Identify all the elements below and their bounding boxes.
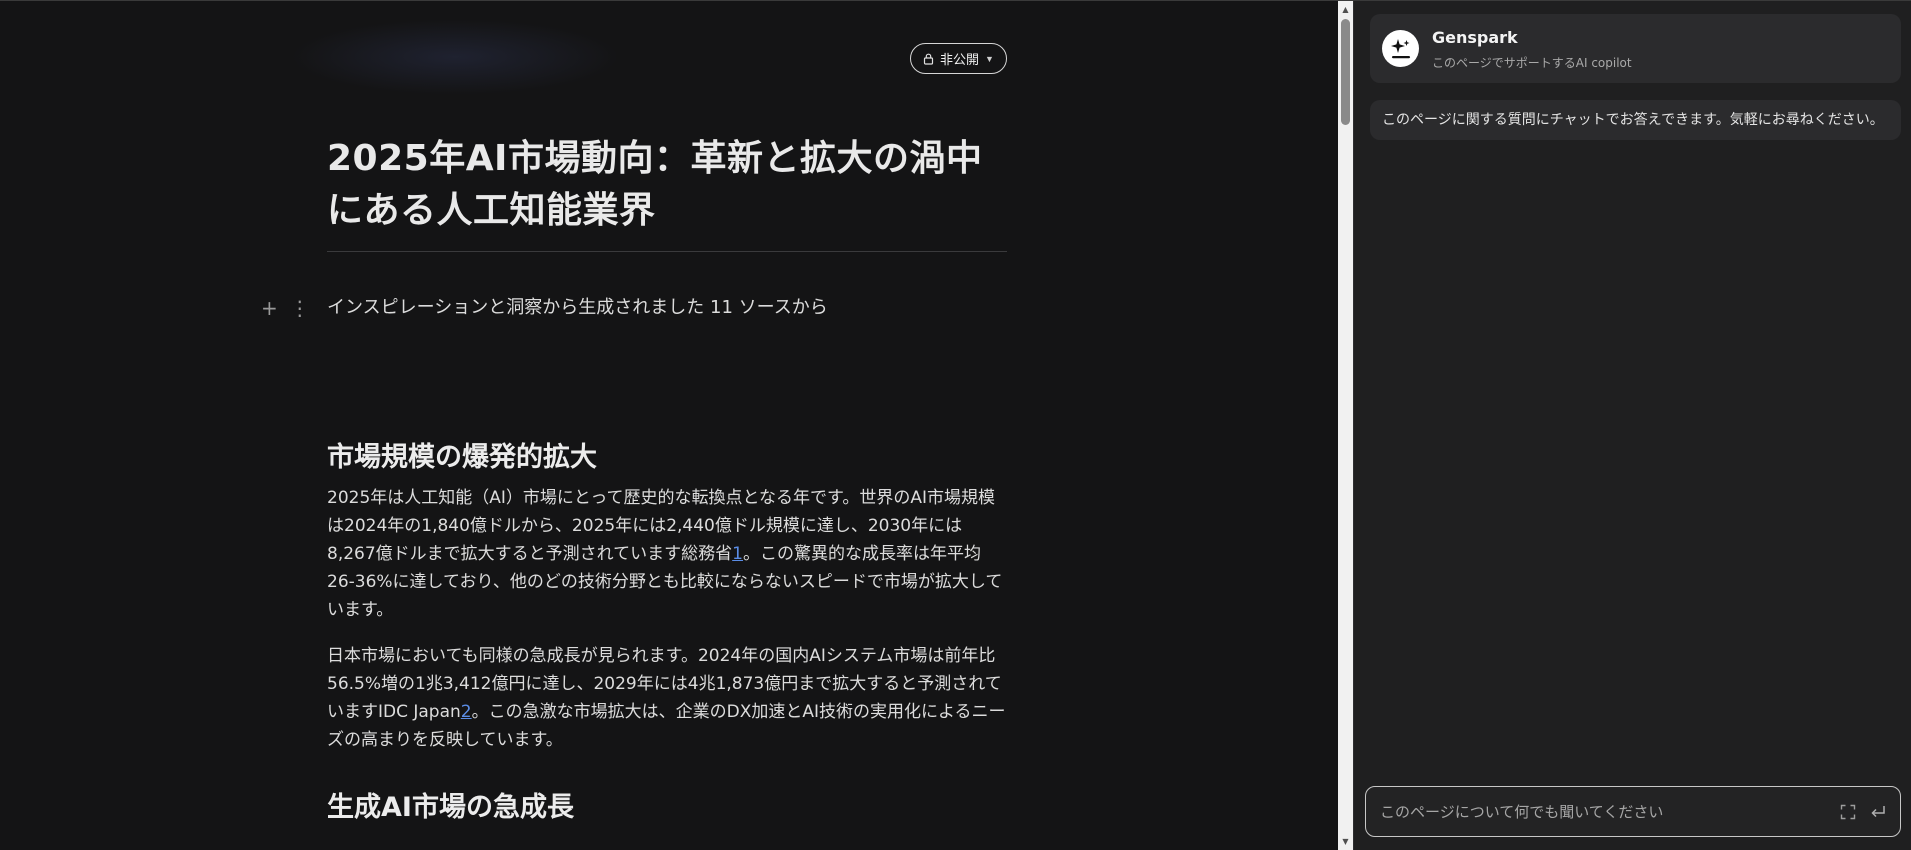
section-heading: 市場規模の爆発的拡大	[327, 442, 597, 473]
page-title: 2025年AI市場動向：革新と拡大の渦中にある人工知能業界	[327, 138, 983, 231]
copilot-tagline: このページでサポートするAI copilot	[1432, 56, 1632, 70]
copilot-header: Genspark このページでサポートするAI copilot	[1370, 14, 1901, 83]
citation-link[interactable]: 1	[732, 544, 743, 564]
subtitle-block: + ⋮ インスピレーションと洞察から生成されました 11 ソースから	[261, 296, 1007, 320]
paragraph: 日本市場においても同様の急成長が見られます。2024年の国内AIシステム市場は前…	[327, 642, 1007, 754]
citation-link[interactable]: 2	[461, 702, 472, 722]
document-scrollbar[interactable]: ▲ ▼	[1338, 1, 1353, 850]
privacy-label: 非公開	[940, 52, 980, 67]
block-controls: + ⋮	[261, 296, 310, 320]
vertical-dots-icon[interactable]: ⋮	[290, 298, 310, 318]
title-divider	[327, 251, 1007, 252]
enter-icon[interactable]	[1868, 802, 1888, 822]
scroll-up-icon[interactable]: ▲	[1338, 3, 1353, 17]
chevron-down-icon: ▼	[985, 53, 994, 64]
expand-icon[interactable]	[1838, 802, 1858, 822]
chat-input[interactable]	[1378, 787, 1818, 836]
scroll-down-icon[interactable]: ▼	[1338, 835, 1353, 849]
app-window: 非公開 ▼ 2025年AI市場動向：革新と拡大の渦中にある人工知能業界 + ⋮ …	[0, 0, 1911, 850]
page-subtitle: インスピレーションと洞察から生成されました 11 ソースから	[327, 297, 828, 318]
scroll-thumb[interactable]	[1341, 19, 1350, 125]
paragraph: 2025年は人工知能（AI）市場にとって歴史的な転換点となる年です。世界のAI市…	[327, 484, 1007, 624]
lock-icon	[923, 53, 934, 65]
document-pane: 非公開 ▼ 2025年AI市場動向：革新と拡大の渦中にある人工知能業界 + ⋮ …	[0, 1, 1338, 850]
copilot-brand: Genspark	[1432, 28, 1518, 47]
sparkle-icon	[1382, 30, 1419, 67]
section-heading: 生成AI市場の急成長	[327, 792, 574, 823]
copilot-panel: Genspark このページでサポートするAI copilot このページに関す…	[1354, 1, 1911, 850]
chat-input-box	[1365, 786, 1901, 837]
privacy-button[interactable]: 非公開 ▼	[910, 43, 1007, 74]
plus-icon[interactable]: +	[261, 298, 278, 318]
document-content: 2025年AI市場動向：革新と拡大の渦中にある人工知能業界 + ⋮ インスピレー…	[261, 133, 1007, 828]
cover-image	[290, 19, 620, 95]
welcome-message: このページに関する質問にチャットでお答えできます。気軽にお尋ねください。	[1370, 100, 1901, 140]
